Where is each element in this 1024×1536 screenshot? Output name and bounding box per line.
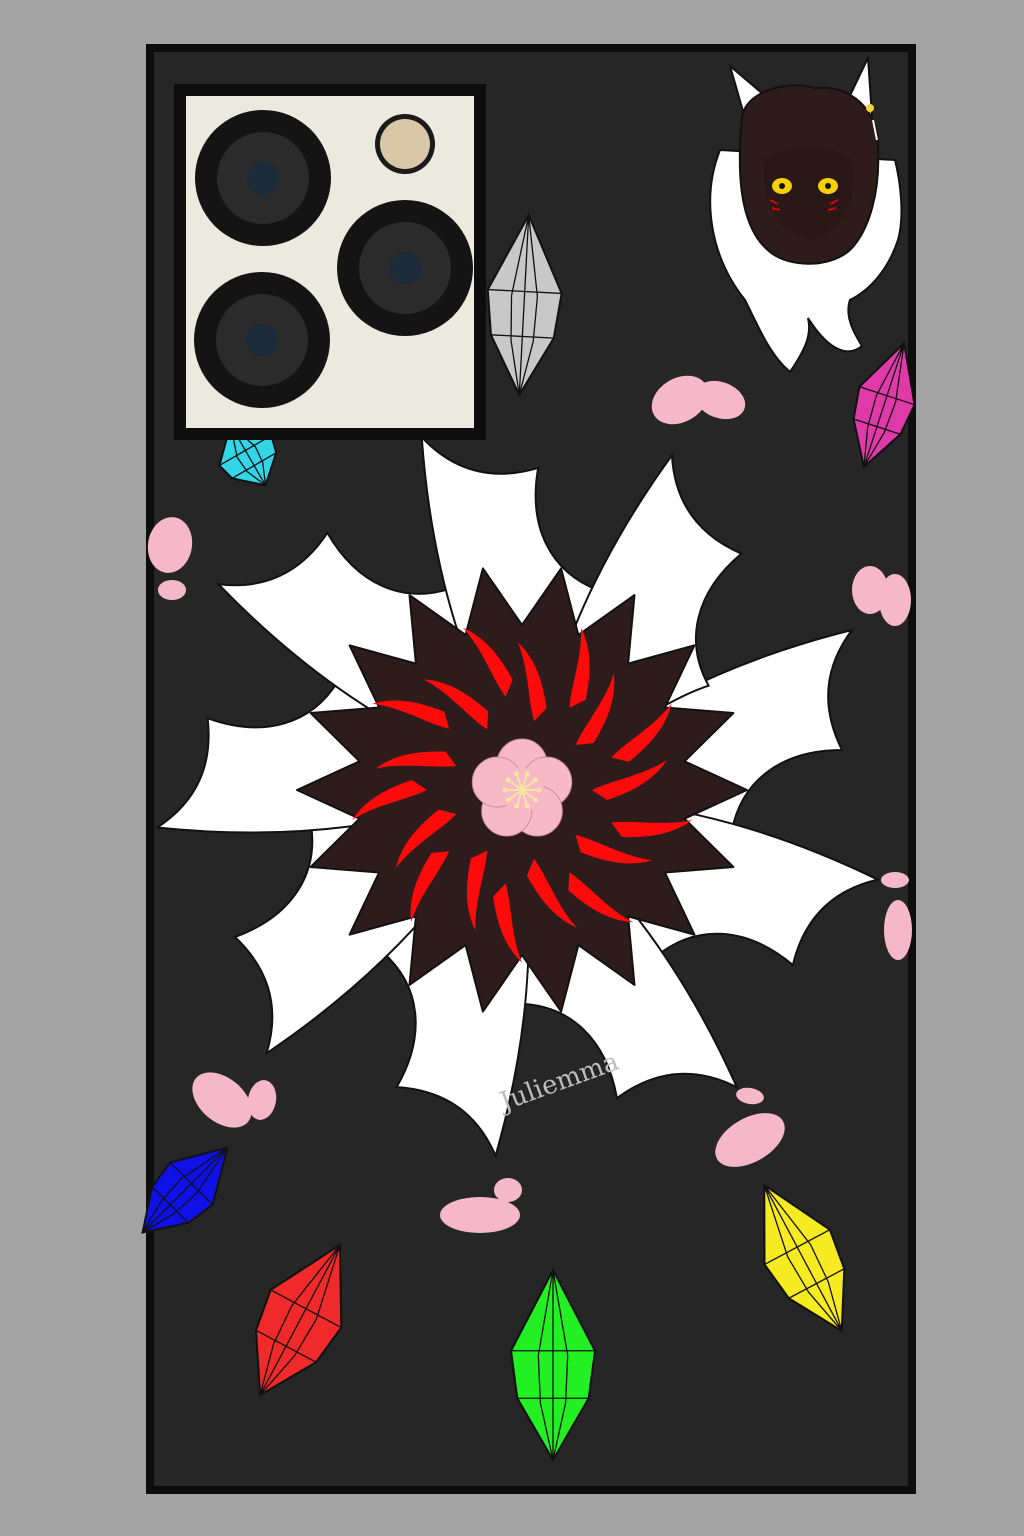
sakura-petal [881, 872, 909, 888]
camera-lens-icon [195, 110, 331, 246]
camera-lens-icon [337, 200, 473, 336]
sakura-petal [158, 580, 186, 600]
flash-icon [375, 114, 435, 174]
camera-module [174, 84, 486, 440]
sakura-petal [440, 1197, 520, 1233]
sakura-petal [884, 900, 912, 960]
camera-lens-icon [194, 272, 330, 408]
sakura-petal [879, 574, 911, 626]
artwork-canvas: Juliemma [0, 0, 1024, 1536]
sakura-petal [494, 1178, 522, 1202]
